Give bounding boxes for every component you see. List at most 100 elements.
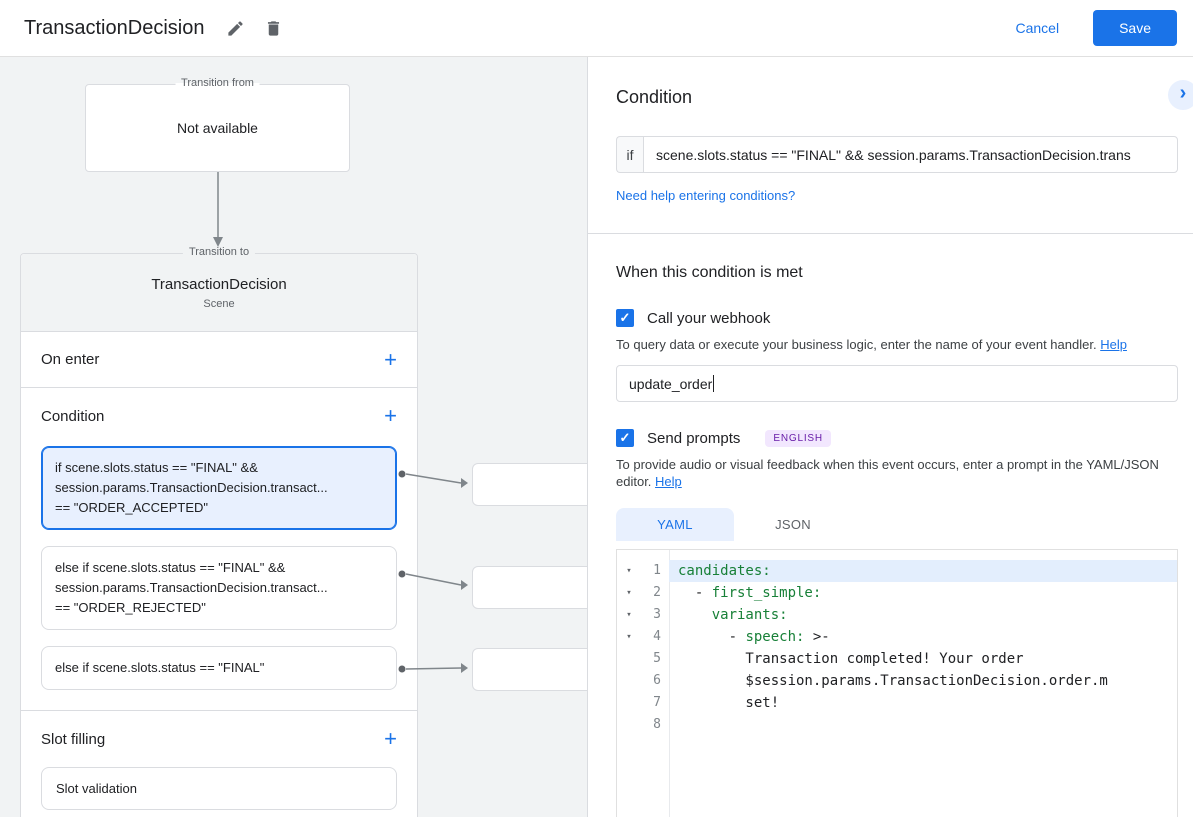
on-enter-section: On enter + (21, 332, 417, 388)
slot-validation-box[interactable]: Slot validation (41, 767, 397, 810)
panel-divider (588, 233, 1193, 234)
cancel-button[interactable]: Cancel (1015, 20, 1059, 36)
if-prefix-label: if (616, 136, 643, 173)
on-enter-label: On enter (41, 351, 99, 368)
code-text: - speech: >- (669, 626, 1177, 648)
collapse-panel-button[interactable]: › (1168, 80, 1193, 110)
editor-line[interactable]: ▾2 - first_simple: (617, 582, 1177, 604)
editor-gutter: 5 (617, 648, 669, 670)
line-number: 3 (641, 604, 669, 626)
code-text: set! (669, 692, 1177, 714)
webhook-toggle-row: ✓ Call your webhook (616, 309, 1178, 327)
code-text (669, 714, 1177, 736)
condition-expression-input[interactable]: scene.slots.status == "FINAL" && session… (643, 136, 1178, 173)
condition-text: if scene.slots.status == "FINAL" && (55, 458, 383, 478)
condition-section-header: Condition + (21, 388, 417, 444)
tab-yaml[interactable]: YAML (616, 508, 734, 541)
editor-gutter: ▾2 (617, 582, 669, 604)
transition-target-box[interactable] (472, 566, 587, 609)
line-number: 6 (641, 670, 669, 692)
fold-spacer (617, 648, 641, 670)
prompts-checkbox[interactable]: ✓ (616, 429, 634, 447)
condition-item[interactable]: if scene.slots.status == "FINAL" &&sessi… (41, 446, 397, 530)
language-badge: ENGLISH (765, 430, 831, 447)
webhook-handler-input[interactable]: update_order (616, 365, 1178, 402)
fold-spacer (617, 670, 641, 692)
transition-from-node: Transition from Not available (85, 84, 350, 172)
scene-card-header[interactable]: TransactionDecision Scene (21, 254, 417, 332)
add-condition-button[interactable]: + (384, 406, 397, 426)
editor-gutter: ▾3 (617, 604, 669, 626)
prompt-editor[interactable]: ▾1candidates:▾2 - first_simple:▾3 varian… (616, 549, 1178, 817)
chevron-right-icon: › (1180, 82, 1187, 105)
when-met-title: When this condition is met (616, 264, 1178, 282)
webhook-description-text: To query data or execute your business l… (616, 337, 1097, 352)
app-root: TransactionDecision Cancel Save Transiti… (0, 0, 1193, 817)
line-number: 1 (641, 560, 669, 582)
transition-to-label: Transition to (183, 246, 255, 258)
editor-line[interactable]: 6 $session.params.TransactionDecision.or… (617, 670, 1177, 692)
line-number: 7 (641, 692, 669, 714)
editor-line[interactable]: ▾1candidates: (617, 560, 1177, 582)
save-button[interactable]: Save (1093, 10, 1177, 46)
webhook-help-link[interactable]: Help (1100, 337, 1127, 352)
fold-spacer (617, 714, 641, 736)
editor-gutter: 8 (617, 714, 669, 736)
delete-scene-button[interactable] (260, 15, 286, 41)
editor-lines: ▾1candidates:▾2 - first_simple:▾3 varian… (617, 550, 1177, 736)
condition-expression-row: if scene.slots.status == "FINAL" && sess… (616, 136, 1178, 173)
code-text: variants: (669, 604, 1177, 626)
editor-gutter: 7 (617, 692, 669, 714)
line-number: 8 (641, 714, 669, 736)
editor-line[interactable]: 7 set! (617, 692, 1177, 714)
line-number: 2 (641, 582, 669, 604)
page-title: TransactionDecision (24, 17, 204, 40)
scene-subtitle: Scene (203, 298, 234, 310)
transition-from-content: Not available (177, 120, 258, 136)
transition-target-box[interactable] (472, 648, 587, 691)
fold-spacer (617, 692, 641, 714)
condition-expression-value: scene.slots.status == "FINAL" && session… (656, 147, 1131, 163)
line-number: 4 (641, 626, 669, 648)
condition-text: else if scene.slots.status == "FINAL" && (55, 558, 383, 578)
trash-icon (264, 19, 283, 38)
condition-text: == "ORDER_ACCEPTED" (55, 498, 383, 518)
webhook-description: To query data or execute your business l… (616, 336, 1171, 353)
fold-arrow-icon[interactable]: ▾ (617, 560, 641, 582)
slot-filling-label: Slot filling (41, 731, 105, 748)
add-on-enter-button[interactable]: + (384, 350, 397, 370)
condition-item[interactable]: else if scene.slots.status == "FINAL" (41, 646, 397, 690)
check-icon: ✓ (620, 310, 631, 326)
editor-line[interactable]: 8 (617, 714, 1177, 736)
editor-line[interactable]: ▾3 variants: (617, 604, 1177, 626)
condition-text: == "ORDER_REJECTED" (55, 598, 383, 618)
editor-gutter: ▾1 (617, 560, 669, 582)
prompts-help-link[interactable]: Help (655, 474, 682, 489)
webhook-handler-value: update_order (629, 376, 712, 392)
scene-card: Transition to TransactionDecision Scene … (20, 253, 418, 817)
flow-canvas: Transition from Not available Transition… (0, 57, 587, 817)
fold-arrow-icon[interactable]: ▾ (617, 604, 641, 626)
prompts-description: To provide audio or visual feedback when… (616, 456, 1171, 490)
scene-title: TransactionDecision (151, 276, 286, 293)
code-text: - first_simple: (669, 582, 1177, 604)
webhook-checkbox[interactable]: ✓ (616, 309, 634, 327)
add-slot-button[interactable]: + (384, 729, 397, 749)
code-text: candidates: (669, 560, 1177, 582)
edit-title-button[interactable] (222, 15, 248, 41)
prompts-label: Send prompts (647, 430, 740, 447)
editor-line[interactable]: ▾4 - speech: >- (617, 626, 1177, 648)
condition-item[interactable]: else if scene.slots.status == "FINAL" &&… (41, 546, 397, 630)
condition-section-label: Condition (41, 408, 104, 425)
tab-json[interactable]: JSON (734, 508, 852, 541)
condition-help-link[interactable]: Need help entering conditions? (616, 188, 795, 203)
pencil-icon (226, 19, 245, 38)
prompts-description-text: To provide audio or visual feedback when… (616, 457, 1159, 489)
condition-section: Condition + if scene.slots.status == "FI… (21, 388, 417, 711)
prompts-toggle-row: ✓ Send prompts ENGLISH (616, 429, 1178, 447)
text-caret (713, 375, 714, 392)
transition-target-box[interactable] (472, 463, 587, 506)
fold-arrow-icon[interactable]: ▾ (617, 582, 641, 604)
editor-line[interactable]: 5 Transaction completed! Your order (617, 648, 1177, 670)
fold-arrow-icon[interactable]: ▾ (617, 626, 641, 648)
